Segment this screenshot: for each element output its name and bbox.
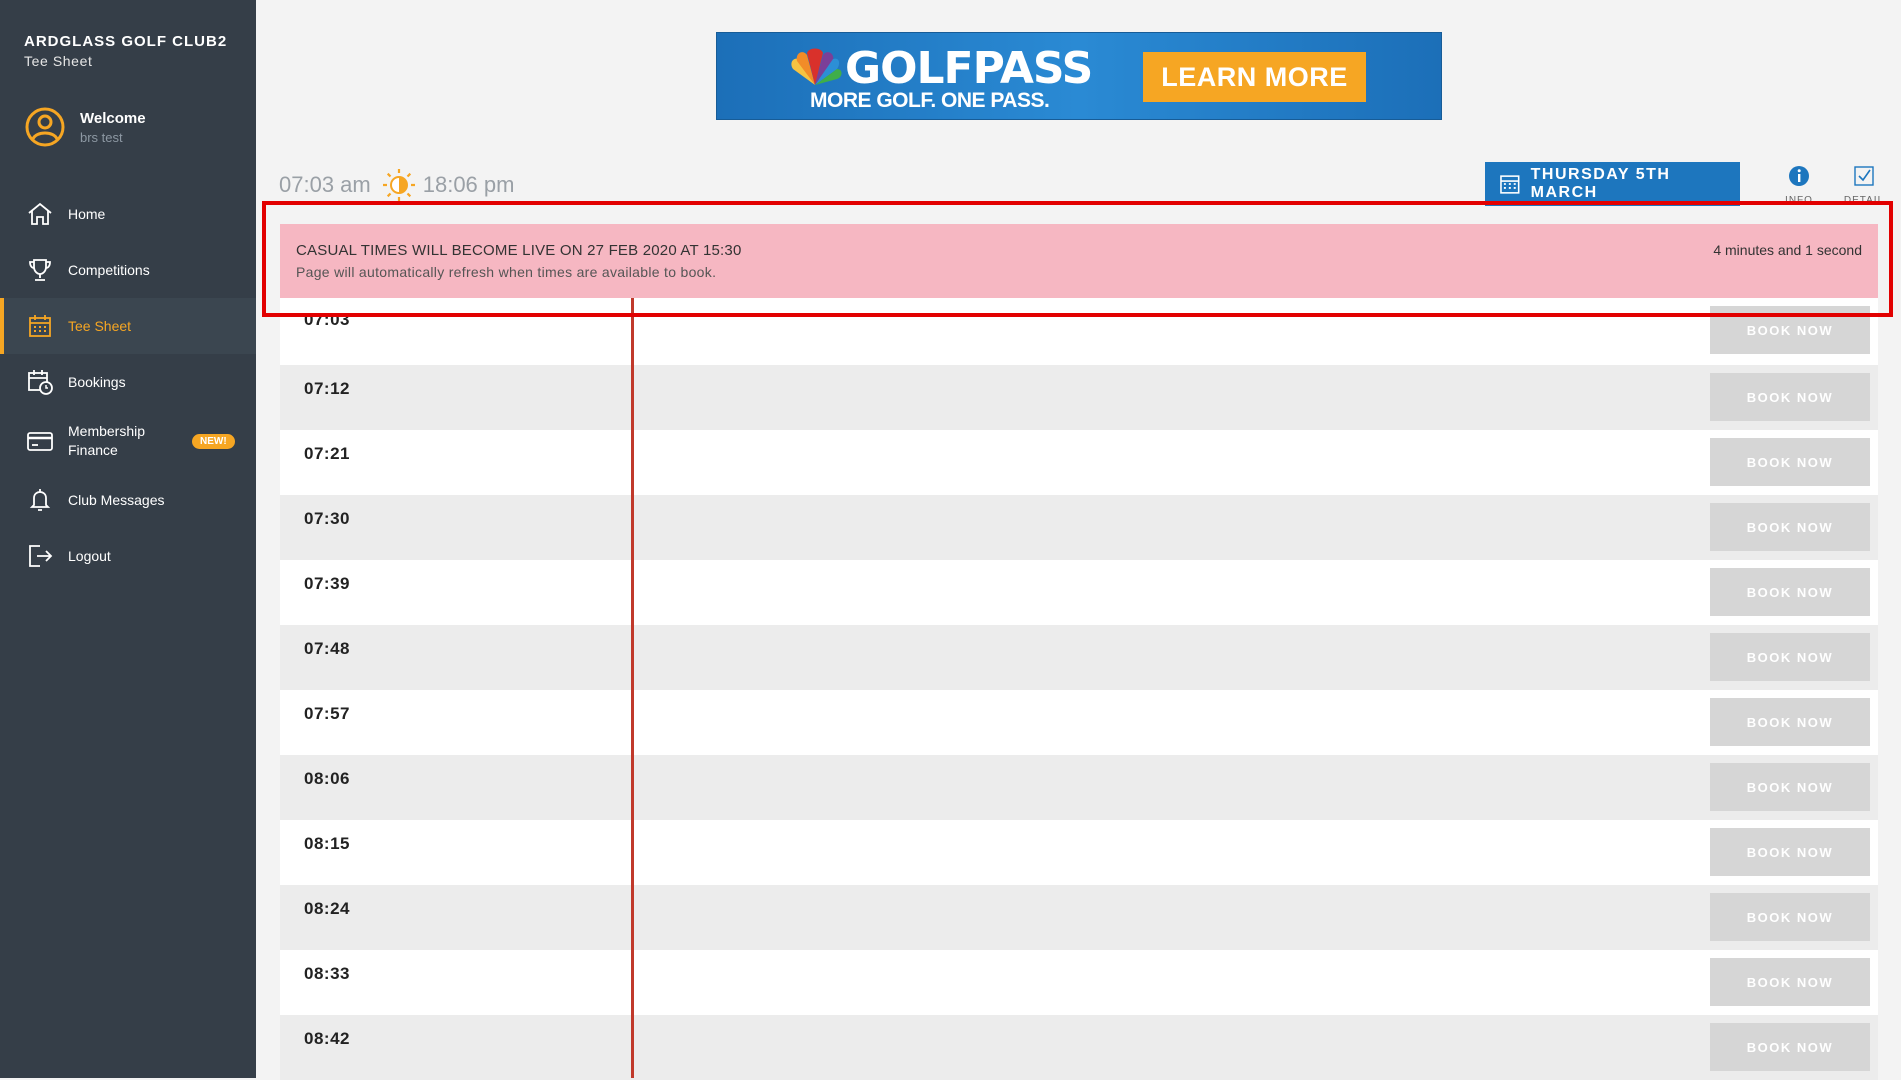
sun-times: 07:03 am 18:06 pm (279, 168, 514, 202)
book-now-button[interactable]: BOOK NOW (1710, 698, 1870, 746)
sidebar-item-label: Membership Finance (68, 423, 146, 458)
book-now-button[interactable]: BOOK NOW (1710, 503, 1870, 551)
tee-row: 08:15 BOOK NOW (280, 820, 1878, 885)
tee-row: 07:21 BOOK NOW (280, 430, 1878, 495)
tee-row: 08:42 BOOK NOW (280, 1015, 1878, 1080)
tee-time: 07:21 (304, 444, 350, 463)
tee-row: 08:24 BOOK NOW (280, 885, 1878, 950)
ad-brand: GOLFPASS (845, 43, 1093, 94)
tee-row: 07:30 BOOK NOW (280, 495, 1878, 560)
user-welcome: Welcome brs test (24, 106, 244, 154)
tee-time: 07:57 (304, 704, 350, 723)
book-now-button[interactable]: BOOK NOW (1710, 306, 1870, 354)
book-now-button[interactable]: BOOK NOW (1710, 633, 1870, 681)
book-now-button[interactable]: BOOK NOW (1710, 568, 1870, 616)
logout-icon (29, 545, 53, 567)
alert-title: CASUAL TIMES WILL BECOME LIVE ON 27 FEB … (296, 242, 742, 259)
book-now-button[interactable]: BOOK NOW (1710, 958, 1870, 1006)
sunrise-time: 07:03 am (279, 172, 371, 197)
info-button[interactable]: INFO (1774, 164, 1824, 204)
club-name: ARDGLASS GOLF CLUB2 (24, 33, 228, 50)
bell-icon (29, 489, 51, 511)
trophy-icon (29, 259, 51, 281)
book-now-button[interactable]: BOOK NOW (1710, 373, 1870, 421)
date-picker-button[interactable]: THURSDAY 5TH MARCH (1485, 162, 1740, 206)
tee-time: 08:42 (304, 1029, 350, 1048)
tee-row: 07:12 BOOK NOW (280, 365, 1878, 430)
tee-time: 08:33 (304, 964, 350, 983)
main-content: GOLFPASS MORE GOLF. ONE PASS. LEARN MORE… (256, 0, 1901, 1080)
tee-row: 08:33 BOOK NOW (280, 950, 1878, 1015)
welcome-label: Welcome (80, 110, 146, 127)
sidebar-item-label: Logout (68, 547, 111, 564)
detail-label: DETAIL (1843, 195, 1885, 204)
learn-more-button[interactable]: LEARN MORE (1143, 52, 1366, 102)
golfpass-ad-banner[interactable]: GOLFPASS MORE GOLF. ONE PASS. LEARN MORE (716, 32, 1442, 120)
sidebar-item-club-messages[interactable]: Club Messages (0, 472, 256, 528)
calendar-icon (1500, 175, 1520, 194)
tee-row: 07:57 BOOK NOW (280, 690, 1878, 755)
book-now-button[interactable]: BOOK NOW (1710, 763, 1870, 811)
sidebar-item-tee-sheet[interactable]: Tee Sheet (0, 298, 256, 354)
app-subtitle: Tee Sheet (24, 53, 93, 69)
sidebar-item-home[interactable]: Home (0, 186, 256, 242)
tee-time: 07:48 (304, 639, 350, 658)
info-label: INFO (1785, 195, 1813, 204)
peacock-logo-icon (791, 48, 842, 85)
tee-time: 08:06 (304, 769, 350, 788)
sidebar-item-logout[interactable]: Logout (0, 528, 256, 584)
casual-times-alert: CASUAL TIMES WILL BECOME LIVE ON 27 FEB … (280, 224, 1878, 298)
checkbox-icon (1854, 166, 1874, 186)
sidebar: ARDGLASS GOLF CLUB2 Tee Sheet Welcome br… (0, 0, 256, 1078)
tee-time: 08:15 (304, 834, 350, 853)
tee-row: 07:48 BOOK NOW (280, 625, 1878, 690)
tee-time: 07:03 (304, 310, 350, 329)
sun-icon (382, 169, 415, 201)
tee-row: 07:39 BOOK NOW (280, 560, 1878, 625)
book-now-button[interactable]: BOOK NOW (1710, 893, 1870, 941)
sidebar-nav: Home Competitions Tee Sheet Bookings Mem… (0, 186, 256, 584)
tee-time: 07:30 (304, 509, 350, 528)
info-icon (1789, 166, 1809, 186)
sidebar-item-label: Home (68, 205, 106, 222)
tee-time: 07:39 (304, 574, 350, 593)
sidebar-item-membership-finance[interactable]: Membership Finance NEW! (0, 410, 256, 472)
tee-row: 08:06 BOOK NOW (280, 755, 1878, 820)
home-icon (28, 202, 52, 225)
calendar-clock-icon (28, 370, 53, 395)
book-now-button[interactable]: BOOK NOW (1710, 1023, 1870, 1071)
sidebar-item-label: Competitions (68, 261, 150, 278)
current-time-line (631, 298, 634, 1078)
book-now-button[interactable]: BOOK NOW (1710, 828, 1870, 876)
tee-time: 08:24 (304, 899, 350, 918)
tee-time: 07:12 (304, 379, 350, 398)
credit-card-icon (27, 432, 53, 451)
date-label: THURSDAY 5TH MARCH (1530, 166, 1671, 201)
tee-row: 07:03 BOOK NOW (280, 298, 1878, 365)
calendar-grid-icon (29, 315, 51, 337)
sidebar-item-bookings[interactable]: Bookings (0, 354, 256, 410)
new-badge: NEW! (192, 433, 235, 449)
tee-sheet-list: 07:03 BOOK NOW 07:12 BOOK NOW 07:21 BOOK… (280, 298, 1878, 1080)
book-now-button[interactable]: BOOK NOW (1710, 438, 1870, 486)
user-avatar-icon (25, 107, 65, 147)
sunset-time: 18:06 pm (422, 172, 515, 197)
sidebar-item-label: Club Messages (68, 491, 165, 508)
user-name: brs test (80, 130, 123, 145)
sidebar-item-competitions[interactable]: Competitions (0, 242, 256, 298)
ad-tagline: MORE GOLF. ONE PASS. (810, 89, 1050, 112)
sidebar-item-label: Tee Sheet (68, 317, 132, 334)
detail-toggle[interactable]: DETAIL (1836, 164, 1892, 204)
alert-subtitle: Page will automatically refresh when tim… (296, 264, 717, 280)
sidebar-item-label: Bookings (68, 373, 126, 390)
countdown-timer: 4 minutes and 1 second (1713, 242, 1862, 258)
